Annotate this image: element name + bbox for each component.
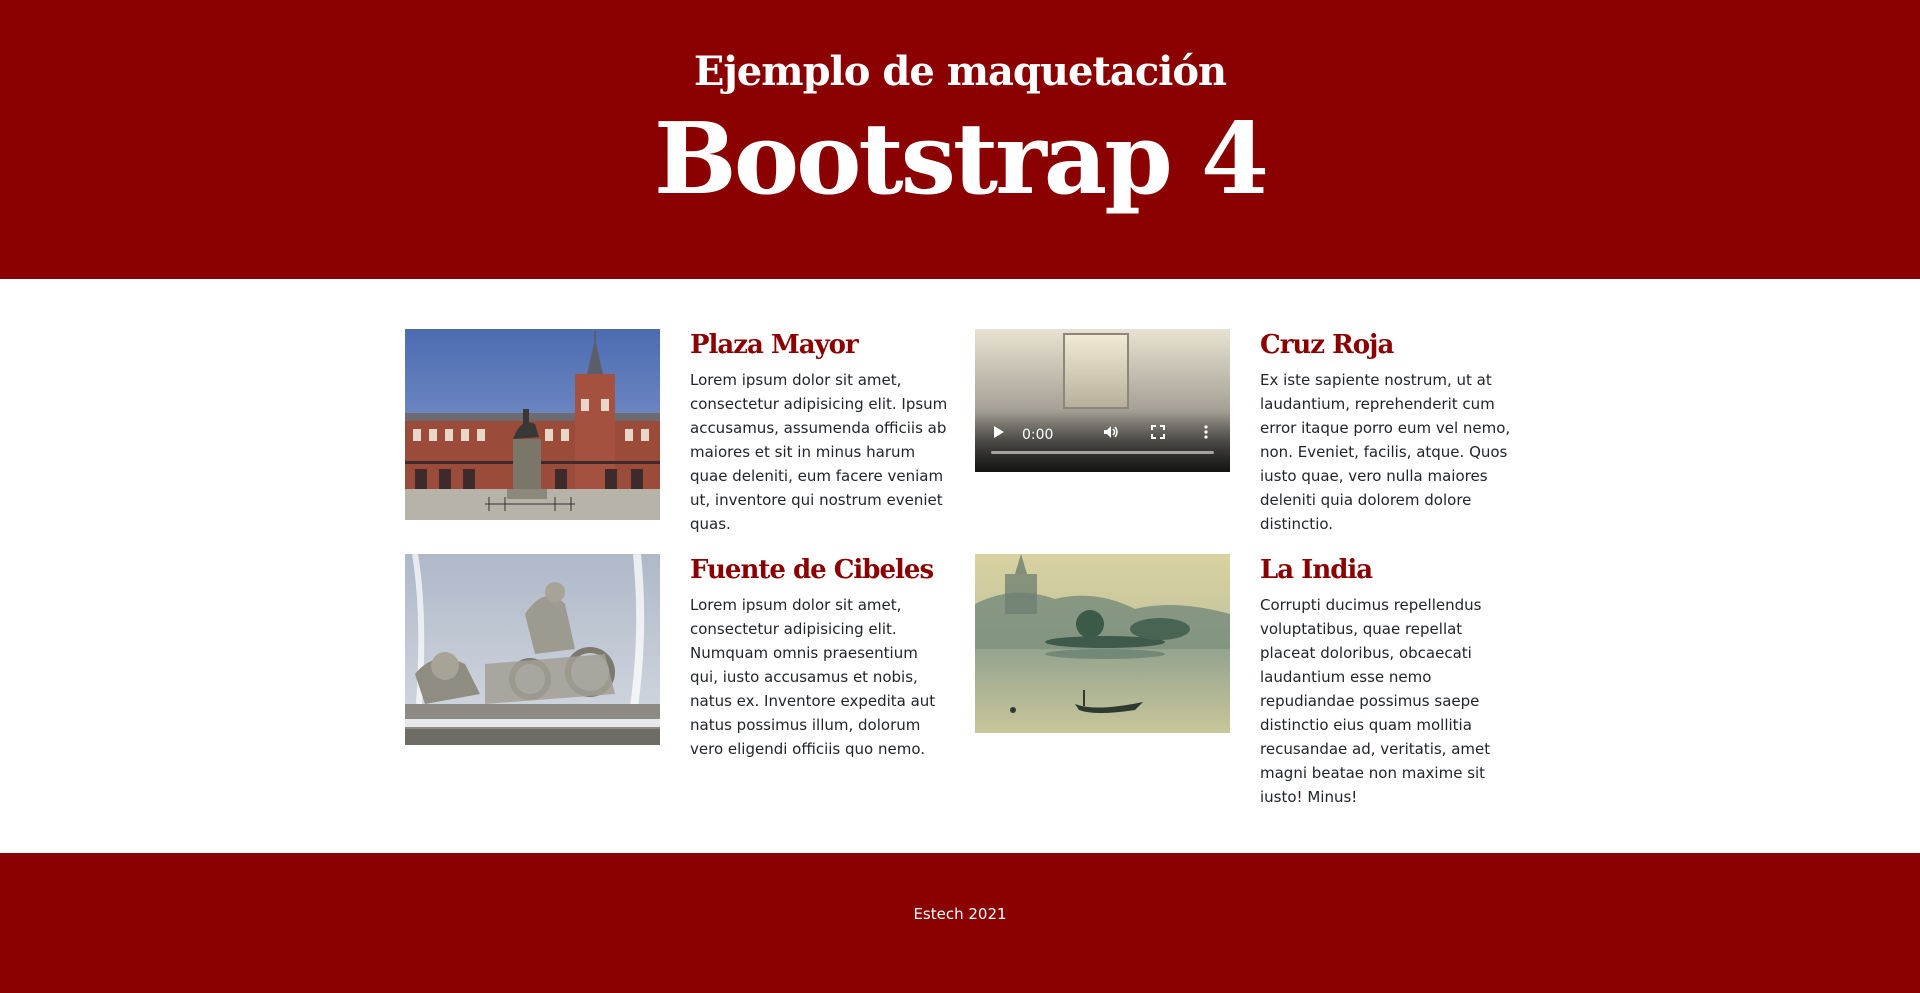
card-text: Ex iste sapiente nostrum, ut at laudanti… xyxy=(1260,370,1511,533)
page-header: Ejemplo de maquetación Bootstrap 4 xyxy=(0,0,1920,279)
more-options-icon[interactable] xyxy=(1204,425,1208,444)
card-cruz-roja: 0:00 Cruz Roja Ex iste sapiente nostrum,… xyxy=(975,329,1515,539)
card-text: Lorem ipsum dolor sit amet, consectetur … xyxy=(690,370,948,533)
video-controls: 0:00 xyxy=(975,412,1230,472)
header-subtitle: Ejemplo de maquetación xyxy=(693,48,1227,95)
card-text: Lorem ipsum dolor sit amet, consectetur … xyxy=(690,595,936,758)
header-title: Bootstrap 4 xyxy=(653,102,1269,217)
fullscreen-icon[interactable] xyxy=(1151,425,1165,444)
la-india-body: La India Corrupti ducimus repellendus vo… xyxy=(1260,554,1520,809)
card-title: Fuente de Cibeles xyxy=(690,555,934,585)
plaza-mayor-body: Plaza Mayor Lorem ipsum dolor sit amet, … xyxy=(690,329,950,536)
video-progress-bar[interactable] xyxy=(991,451,1214,454)
main-content: Plaza Mayor Lorem ipsum dolor sit amet, … xyxy=(0,279,1920,853)
card-title: La India xyxy=(1260,555,1373,585)
video-time: 0:00 xyxy=(1022,427,1054,443)
play-icon[interactable] xyxy=(993,425,1005,444)
card-title: Cruz Roja xyxy=(1260,330,1394,360)
card-fuente-de-cibeles: Fuente de Cibeles Lorem ipsum dolor sit … xyxy=(405,554,945,758)
volume-icon[interactable] xyxy=(1103,425,1119,444)
card-text: Corrupti ducimus repellendus voluptatibu… xyxy=(1260,595,1491,806)
video-player[interactable]: 0:00 xyxy=(975,329,1230,472)
cruz-roja-video[interactable]: 0:00 xyxy=(975,329,1230,472)
video-frame-door xyxy=(1063,333,1129,409)
la-india-image xyxy=(975,554,1230,733)
card-title: Plaza Mayor xyxy=(690,330,859,360)
card-la-india: La India Corrupti ducimus repellendus vo… xyxy=(975,554,1515,806)
fuente-de-cibeles-body: Fuente de Cibeles Lorem ipsum dolor sit … xyxy=(690,554,950,761)
plaza-mayor-image xyxy=(405,329,660,520)
page-footer: Estech 2021 xyxy=(0,853,1920,993)
fuente-de-cibeles-image xyxy=(405,554,660,745)
cruz-roja-body: Cruz Roja Ex iste sapiente nostrum, ut a… xyxy=(1260,329,1520,536)
card-plaza-mayor: Plaza Mayor Lorem ipsum dolor sit amet, … xyxy=(405,329,947,533)
footer-text: Estech 2021 xyxy=(913,905,1007,923)
